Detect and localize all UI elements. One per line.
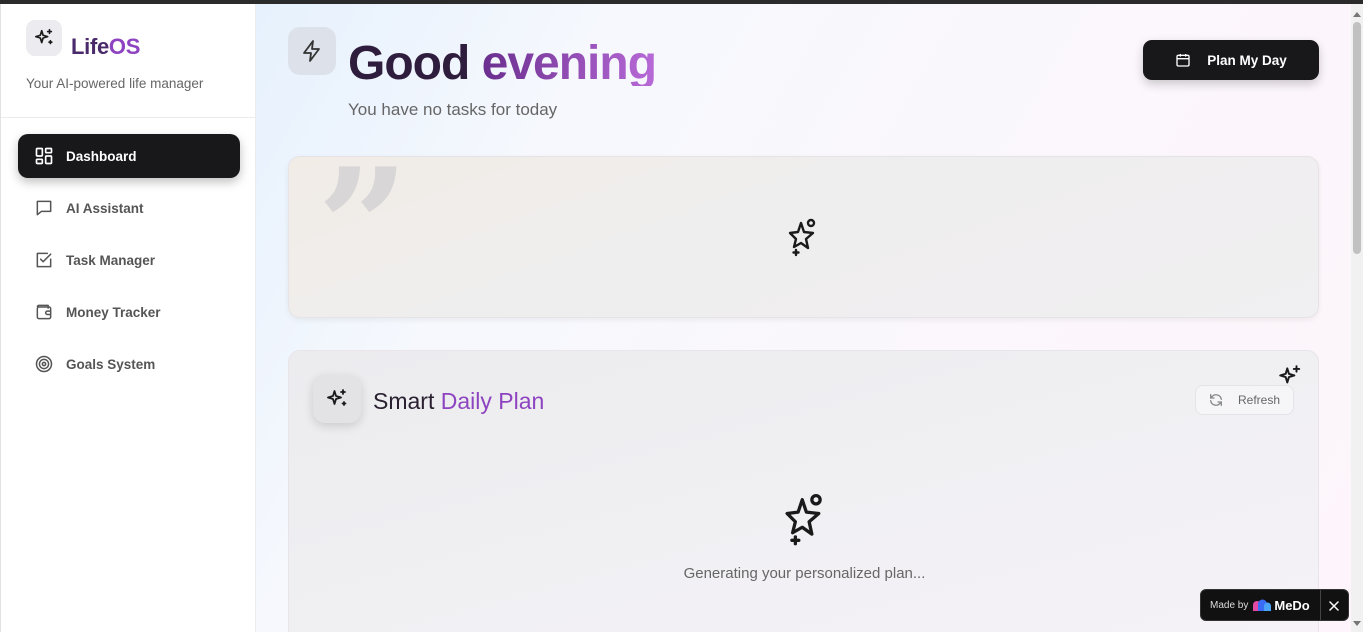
plan-title-part2: Daily Plan	[440, 388, 545, 414]
sidebar-item-ai-assistant[interactable]: AI Assistant	[18, 186, 240, 230]
wallet-icon	[34, 302, 54, 322]
made-by-badge[interactable]: Made by MeDo	[1200, 589, 1349, 621]
sparkles-icon	[313, 375, 361, 423]
greeting-part2: evening	[482, 37, 656, 86]
quote-icon: ”	[317, 133, 410, 321]
app-tagline: Your AI-powered life manager	[26, 76, 204, 91]
sidebar-item-label: Dashboard	[66, 148, 137, 164]
page-title: Good evening	[348, 36, 656, 86]
sidebar-divider	[1, 117, 256, 118]
medo-brand: MeDo	[1274, 597, 1310, 613]
plan-title-part1: Smart	[373, 388, 435, 414]
close-icon[interactable]	[1325, 597, 1343, 615]
calendar-icon	[1175, 52, 1191, 68]
plan-my-day-label: Plan My Day	[1207, 52, 1287, 68]
target-icon	[34, 354, 54, 374]
loading-sparkle-icon	[783, 491, 827, 552]
sidebar-item-dashboard[interactable]: Dashboard	[18, 134, 240, 178]
lightning-icon	[288, 27, 336, 75]
badge-divider	[1320, 590, 1321, 620]
scroll-down-arrow-icon[interactable]	[1353, 621, 1361, 626]
scrollbar-thumb[interactable]	[1353, 22, 1361, 254]
vertical-scrollbar[interactable]	[1351, 4, 1363, 632]
loading-sparkle-icon	[787, 217, 819, 262]
scroll-up-arrow-icon[interactable]	[1353, 12, 1361, 17]
medo-logo-icon	[1252, 599, 1272, 611]
smart-daily-plan-card: Smart Daily Plan Refresh Generating your…	[288, 350, 1319, 632]
quote-card: ”	[288, 147, 1319, 318]
sidebar-item-task-manager[interactable]: Task Manager	[18, 238, 240, 282]
sidebar-item-label: Money Tracker	[66, 304, 161, 320]
sidebar-item-label: Task Manager	[66, 252, 156, 268]
sidebar-nav: Dashboard AI Assistant Task Manager Mone…	[18, 134, 240, 394]
chat-icon	[34, 198, 54, 218]
grid-icon	[34, 146, 54, 166]
app-name-part1: Life	[71, 34, 109, 59]
sidebar-item-money-tracker[interactable]: Money Tracker	[18, 290, 240, 334]
task-summary: You have no tasks for today	[348, 100, 558, 119]
refresh-label: Refresh	[1238, 393, 1281, 407]
plan-my-day-button[interactable]: Plan My Day	[1143, 40, 1319, 80]
plan-card-title: Smart Daily Plan	[373, 388, 544, 415]
sidebar-item-label: AI Assistant	[66, 200, 144, 216]
refresh-icon	[1208, 392, 1224, 408]
main-content: Good evening You have no tasks for today…	[256, 4, 1351, 632]
sparkles-icon	[26, 20, 62, 56]
plan-loading-status: Generating your personalized plan...	[683, 565, 926, 582]
sidebar: LifeOS Your AI-powered life manager Dash…	[0, 4, 256, 632]
refresh-button[interactable]: Refresh	[1195, 385, 1294, 415]
app-name-part2: OS	[108, 34, 141, 59]
greeting-part1: Good	[348, 37, 470, 86]
checkbox-icon	[34, 250, 54, 270]
sidebar-item-goals-system[interactable]: Goals System	[18, 342, 240, 386]
sidebar-item-label: Goals System	[66, 356, 156, 372]
made-by-label: Made by	[1210, 599, 1249, 611]
app-name: LifeOS	[71, 34, 140, 60]
